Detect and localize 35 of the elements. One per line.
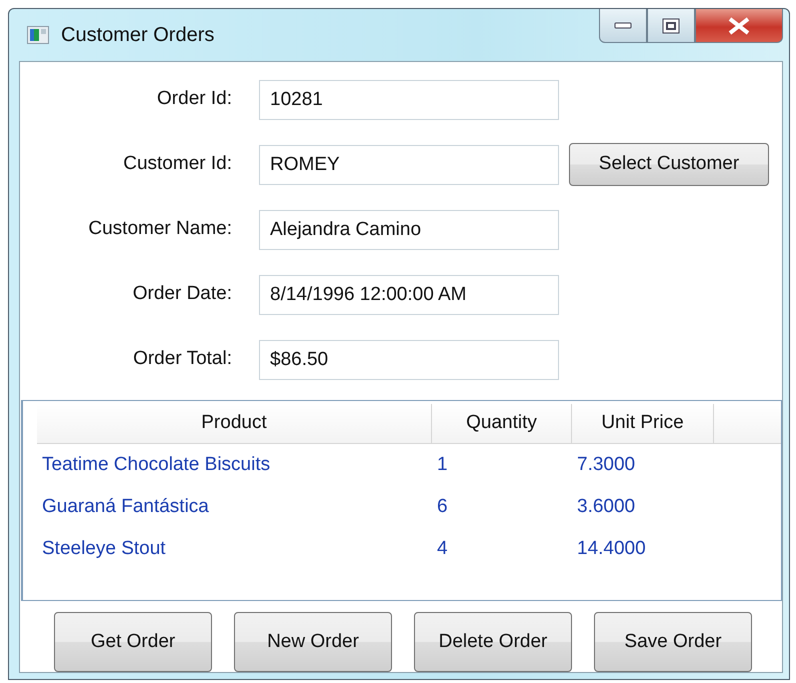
table-cell-text: 1 [436, 454, 448, 475]
table-cell-text: Guaraná Fantástica [41, 496, 209, 517]
input-field[interactable]: 10281 [259, 80, 559, 120]
input-field[interactable]: ROMEY [259, 144, 559, 184]
input-field[interactable]: $86.50 [259, 340, 559, 380]
column-header[interactable]: Quantity [432, 404, 572, 443]
field-label: Order Total: [132, 347, 232, 372]
column-header[interactable]: Product [37, 404, 432, 443]
select-customer-button[interactable]: Select Customer [569, 143, 769, 186]
window-title: Customer Orders [61, 23, 214, 48]
input-field[interactable]: Alejandra Camino [259, 210, 559, 250]
column-header[interactable]: Unit Price [572, 404, 714, 443]
minimize-icon [614, 22, 632, 30]
app-icon [27, 26, 49, 44]
table-cell-text: 14.4000 [576, 538, 646, 559]
input-field[interactable]: 8/14/1996 12:00:00 AM [259, 274, 559, 314]
table-cell-text: 3.6000 [576, 496, 636, 517]
close-button[interactable] [695, 9, 783, 43]
table-cell-text: Teatime Chocolate Biscuits [41, 454, 270, 475]
table-cell-text: 6 [436, 496, 448, 517]
table-cell-text: 7.3000 [576, 454, 636, 475]
minimize-button[interactable] [599, 9, 647, 43]
table-cell-text: Steeleye Stout [41, 538, 166, 559]
close-icon [727, 16, 751, 34]
action-button[interactable]: New Order [234, 612, 392, 672]
action-button[interactable]: Delete Order [414, 612, 572, 672]
action-button[interactable]: Save Order [594, 612, 752, 672]
field-label: Order Id: [156, 87, 232, 112]
maximize-button[interactable] [647, 9, 695, 43]
field-label: Order Date: [132, 282, 232, 306]
table-cell-text: 4 [436, 538, 448, 559]
field-label: Customer Name: [87, 217, 232, 242]
maximize-icon [662, 18, 680, 34]
field-label: Customer Id: [122, 152, 232, 176]
action-button[interactable]: Get Order [54, 612, 212, 672]
